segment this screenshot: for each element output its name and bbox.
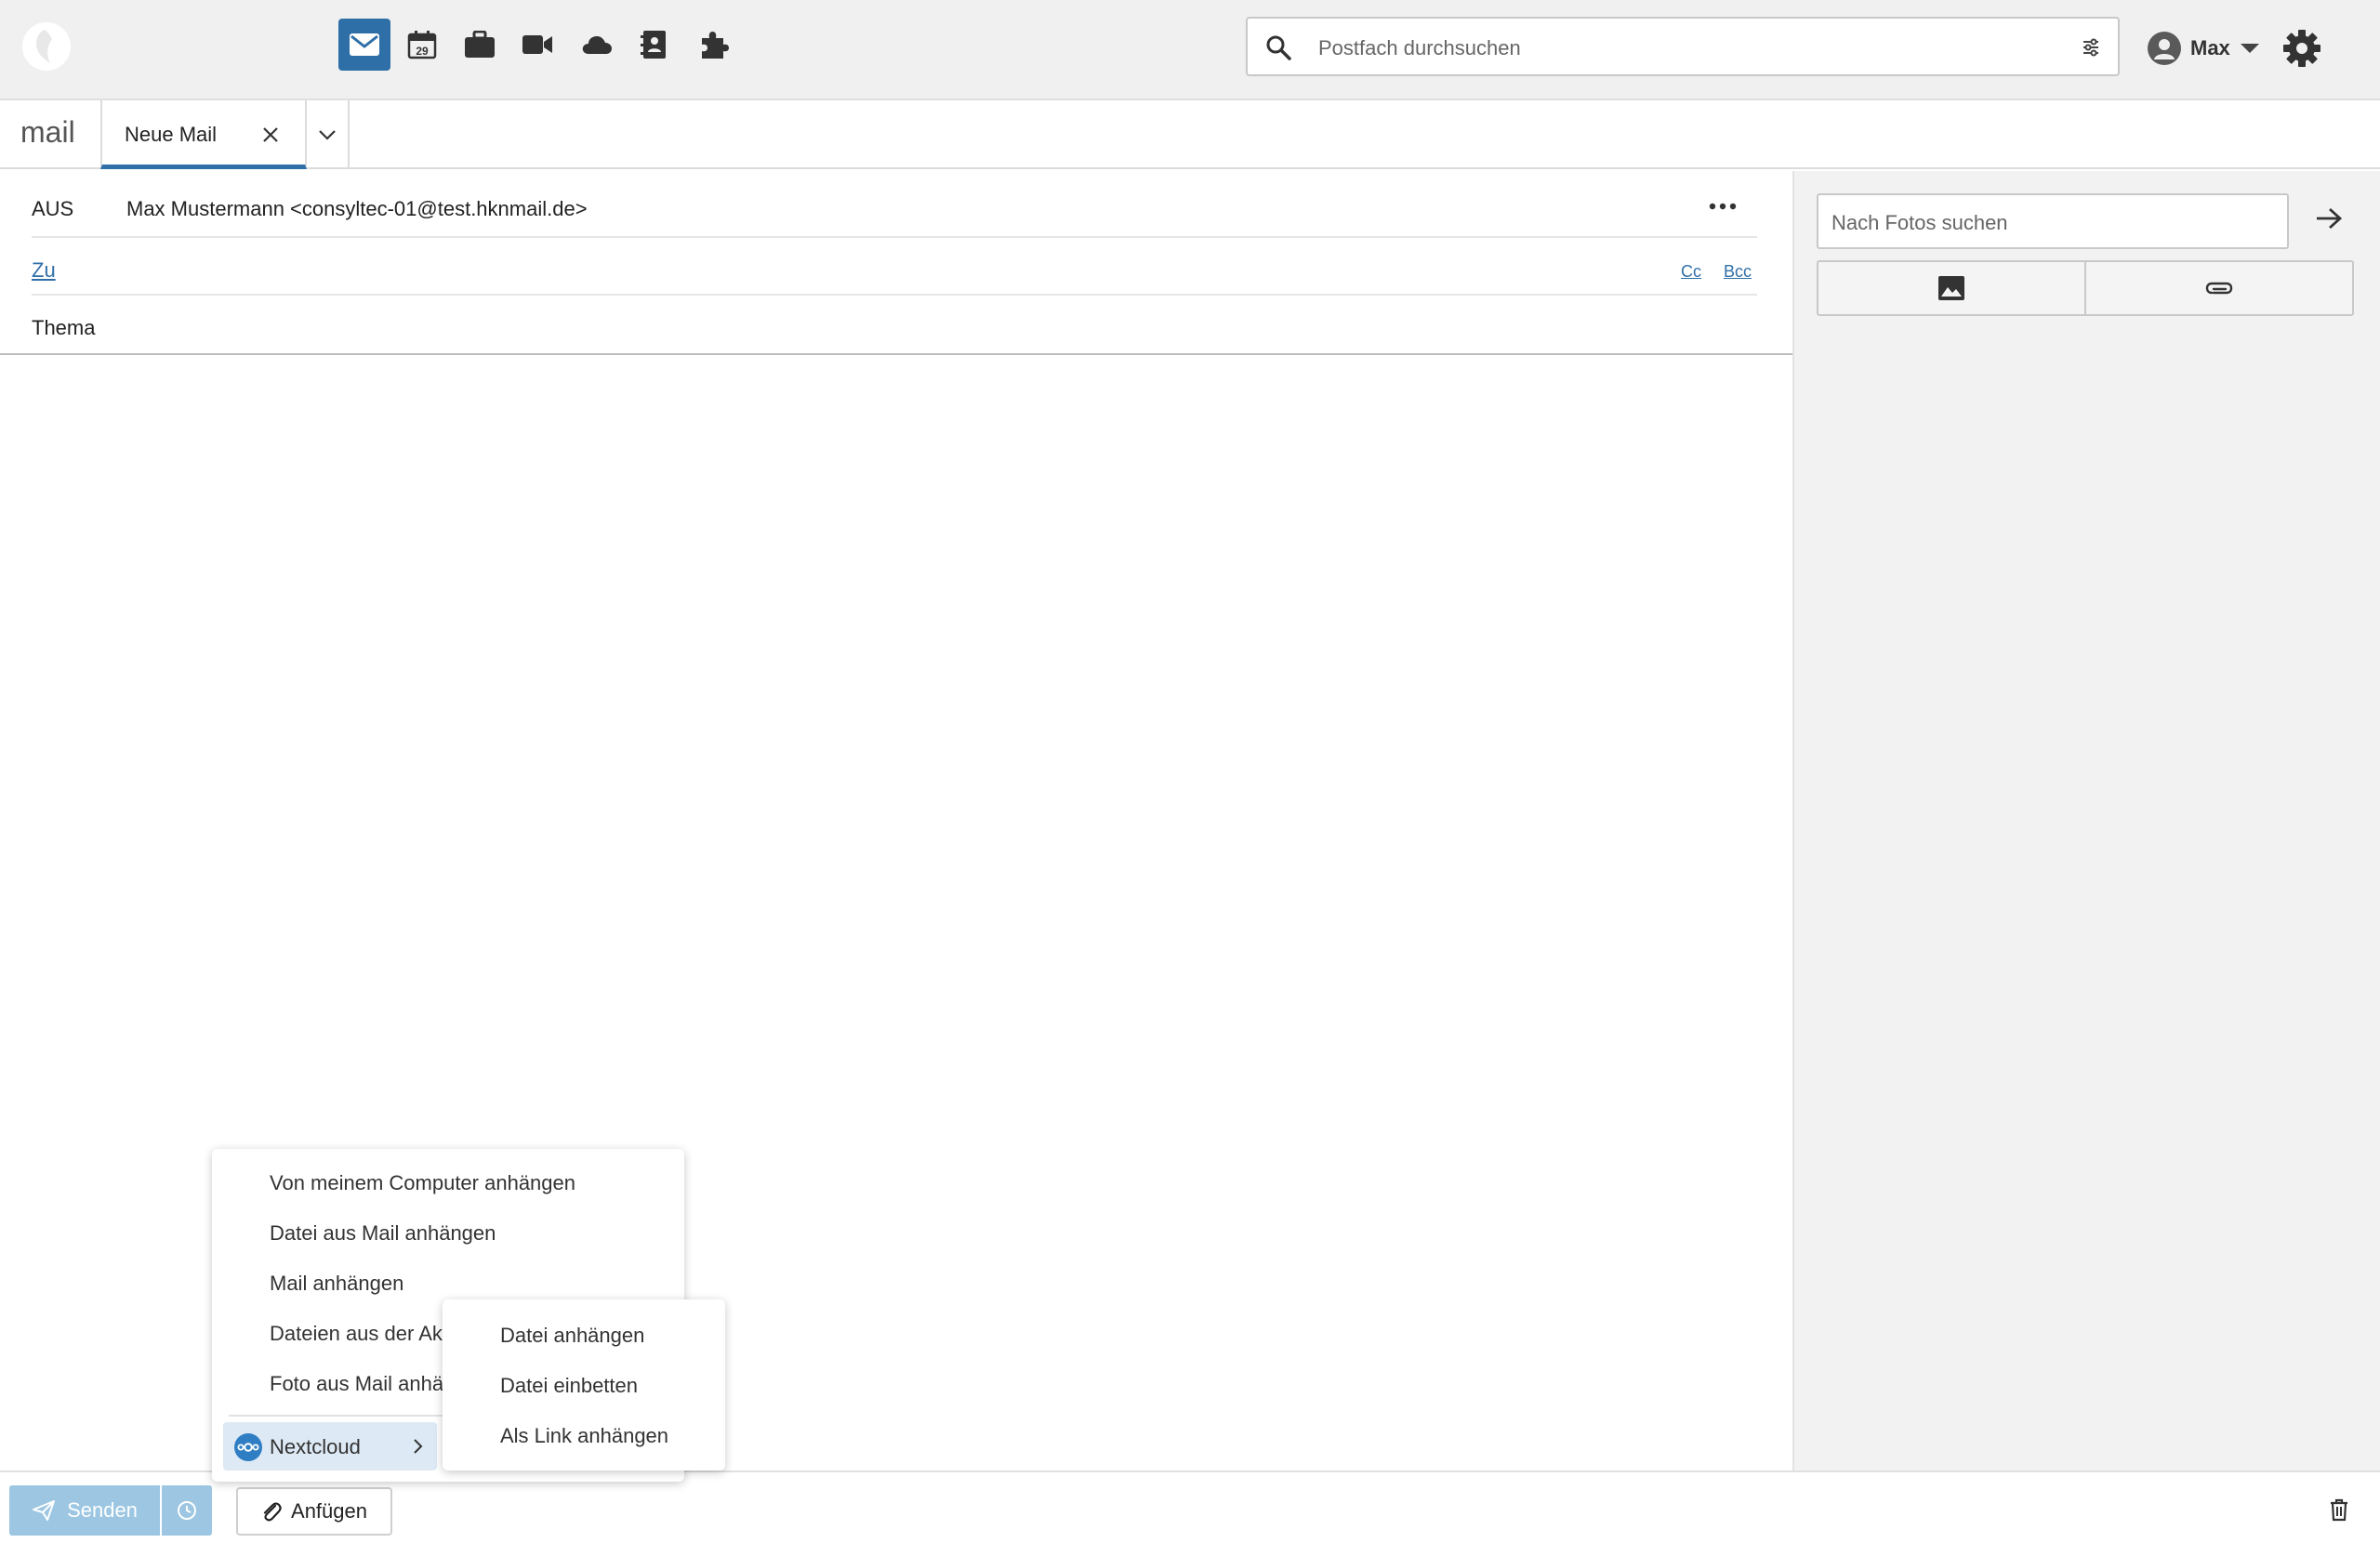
- attach-label: Anfügen: [291, 1499, 367, 1523]
- menu-item-attach-file-from-mail[interactable]: Datei aus Mail anhängen: [270, 1221, 496, 1246]
- image-icon: [1937, 275, 1965, 301]
- briefcase-icon[interactable]: [454, 19, 506, 71]
- contacts-icon[interactable]: [628, 19, 681, 71]
- submenu-item-embed-file[interactable]: Datei einbetten: [500, 1374, 638, 1398]
- tab-bar: mail Neue Mail: [0, 100, 2380, 169]
- search-icon: [1264, 33, 1292, 61]
- gear-icon[interactable]: [2281, 28, 2322, 69]
- nextcloud-submenu: Datei anhängen Datei einbetten Als Link …: [443, 1299, 725, 1470]
- attach-button[interactable]: Anfügen: [236, 1487, 392, 1536]
- subject-row[interactable]: Thema: [32, 296, 1757, 353]
- photo-search-placeholder: Nach Fotos suchen: [1831, 211, 2008, 234]
- tab-images[interactable]: [1818, 262, 2086, 314]
- tabs-dropdown-button[interactable]: [307, 100, 350, 169]
- menu-item-attach-from-computer[interactable]: Von meinem Computer anhängen: [270, 1171, 575, 1195]
- more-options-icon[interactable]: [1709, 203, 1737, 210]
- chevron-down-icon: [318, 129, 337, 140]
- chevron-right-icon: [413, 1438, 424, 1455]
- send-label: Senden: [67, 1498, 138, 1522]
- search-placeholder: Postfach durchsuchen: [1318, 36, 1521, 59]
- chevron-down-icon: [2240, 42, 2260, 55]
- paperclip-icon: [2204, 280, 2234, 297]
- cloud-icon[interactable]: [571, 19, 623, 71]
- to-label[interactable]: Zu: [32, 258, 56, 283]
- brand-logo[interactable]: [22, 22, 71, 71]
- puzzle-icon[interactable]: [688, 19, 740, 71]
- user-name: Max: [2190, 36, 2230, 59]
- menu-item-nextcloud[interactable]: Nextcloud: [223, 1422, 437, 1470]
- photo-sidebar: Nach Fotos suchen: [1792, 171, 2380, 1470]
- schedule-send-button[interactable]: [162, 1485, 212, 1536]
- menu-item-attach-mail[interactable]: Mail anhängen: [270, 1272, 403, 1296]
- app-title: mail: [20, 115, 75, 149]
- menu-item-photo-from-mail[interactable]: Foto aus Mail anhä: [270, 1372, 443, 1396]
- filter-options-icon[interactable]: [2081, 37, 2101, 58]
- from-value[interactable]: Max Mustermann <consyltec-01@test.hknmai…: [126, 197, 588, 221]
- paperclip-icon: [261, 1500, 282, 1523]
- from-row: AUS Max Mustermann <consyltec-01@test.hk…: [32, 171, 1757, 238]
- submenu-item-attach-as-link[interactable]: Als Link anhängen: [500, 1424, 668, 1448]
- close-icon[interactable]: [262, 126, 279, 143]
- send-icon: [32, 1499, 56, 1522]
- arrow-right-icon[interactable]: [2315, 206, 2343, 231]
- avatar: [2148, 32, 2181, 65]
- svg-text:29: 29: [416, 45, 429, 58]
- tab-label: Neue Mail: [125, 123, 218, 146]
- subject-label: Thema: [32, 316, 96, 339]
- calendar-icon[interactable]: 29: [396, 19, 448, 71]
- top-bar: 29 Postfach durchsuchen Max: [0, 0, 2380, 100]
- menu-item-files-from-storage[interactable]: Dateien aus der Ak: [270, 1322, 443, 1346]
- mailbox-search-input[interactable]: Postfach durchsuchen: [1246, 17, 2120, 76]
- submenu-item-attach-file[interactable]: Datei anhängen: [500, 1324, 644, 1348]
- mail-icon[interactable]: [338, 19, 390, 71]
- tab-new-mail[interactable]: Neue Mail: [100, 100, 307, 169]
- photo-tabs: [1817, 260, 2354, 316]
- user-menu[interactable]: Max: [2148, 30, 2260, 67]
- trash-icon[interactable]: [2322, 1493, 2356, 1526]
- video-icon[interactable]: [511, 19, 563, 71]
- photo-search-input[interactable]: Nach Fotos suchen: [1817, 193, 2289, 249]
- bcc-link[interactable]: Bcc: [1724, 262, 1752, 282]
- clock-icon: [177, 1500, 197, 1521]
- nextcloud-label: Nextcloud: [270, 1435, 361, 1458]
- send-button[interactable]: Senden: [9, 1485, 160, 1536]
- nextcloud-logo-icon: [234, 1433, 262, 1461]
- to-row[interactable]: Zu Cc Bcc: [32, 238, 1757, 296]
- tab-attachments[interactable]: [2086, 262, 2352, 314]
- cc-link[interactable]: Cc: [1681, 262, 1701, 282]
- from-label: AUS: [32, 197, 74, 220]
